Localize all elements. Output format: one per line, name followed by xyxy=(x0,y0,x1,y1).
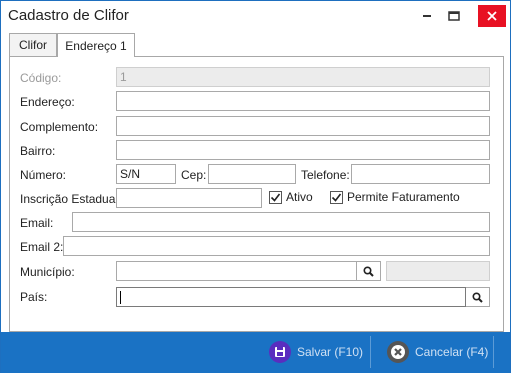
numero-label: Número: xyxy=(20,168,67,182)
ativo-checkbox[interactable]: Ativo xyxy=(269,190,313,204)
codigo-field: 1 xyxy=(116,67,490,87)
endereco-label: Endereço: xyxy=(20,95,75,109)
endereco-field[interactable] xyxy=(116,91,490,111)
action-bar: Salvar (F10) Cancelar (F4) xyxy=(1,332,510,373)
municipio-field[interactable] xyxy=(116,261,357,281)
ativo-label: Ativo xyxy=(286,190,313,204)
minimize-icon xyxy=(423,15,431,17)
tab-clifor[interactable]: Clifor xyxy=(9,33,57,56)
permite-faturamento-label: Permite Faturamento xyxy=(347,190,460,204)
bairro-field[interactable] xyxy=(116,140,490,160)
save-button[interactable]: Salvar (F10) xyxy=(269,336,363,368)
complemento-field[interactable] xyxy=(116,116,490,136)
save-label: Salvar (F10) xyxy=(297,345,364,359)
permite-faturamento-checkbox[interactable]: Permite Faturamento xyxy=(330,190,460,204)
tab-strip: Clifor Endereço 1 xyxy=(9,33,504,57)
minimize-button[interactable] xyxy=(414,5,440,27)
maximize-button[interactable] xyxy=(441,5,467,27)
email2-label: Email 2: xyxy=(20,240,64,254)
inscricao-label: Inscrição Estadual: xyxy=(20,192,122,206)
title-bar: Cadastro de Clifor xyxy=(1,1,510,31)
inscricao-field[interactable] xyxy=(116,188,262,208)
window-title: Cadastro de Clifor xyxy=(8,7,129,24)
search-icon xyxy=(472,291,483,303)
codigo-label: Código: xyxy=(20,71,62,85)
cep-label: Cep: xyxy=(181,168,207,182)
close-icon xyxy=(487,11,497,21)
cancel-x-icon xyxy=(387,341,409,363)
municipio-label: Município: xyxy=(20,265,75,279)
checkmark-icon xyxy=(331,193,342,202)
municipio-search-button[interactable] xyxy=(357,261,381,281)
checkmark-icon xyxy=(270,193,281,202)
text-caret xyxy=(120,291,121,305)
email-label: Email: xyxy=(20,216,54,230)
cancel-button[interactable]: Cancelar (F4) xyxy=(387,336,488,368)
search-icon xyxy=(363,265,374,277)
cep-field[interactable] xyxy=(208,164,296,184)
numero-field[interactable]: S/N xyxy=(116,164,176,184)
cancel-label: Cancelar (F4) xyxy=(415,345,489,359)
pais-label: País: xyxy=(20,290,48,304)
tab-endereco-1[interactable]: Endereço 1 xyxy=(57,33,135,57)
pais-field[interactable] xyxy=(116,287,466,307)
pais-search-button[interactable] xyxy=(466,287,490,307)
tab-label: Endereço 1 xyxy=(65,38,127,53)
floppy-disk-icon xyxy=(269,341,291,363)
footer-divider xyxy=(370,336,371,368)
checkbox-box xyxy=(269,190,282,204)
bairro-label: Bairro: xyxy=(20,144,56,158)
complemento-label: Complemento: xyxy=(20,120,99,134)
telefone-label: Telefone: xyxy=(301,168,350,182)
tab-label: Clifor xyxy=(18,38,47,52)
window: Cadastro de Clifor Clifor Endereço 1 Cód… xyxy=(0,0,511,373)
checkbox-box xyxy=(330,190,343,204)
telefone-field[interactable] xyxy=(351,164,490,184)
footer-divider xyxy=(493,336,494,368)
maximize-icon xyxy=(448,11,460,21)
email2-field[interactable] xyxy=(63,236,490,256)
close-button[interactable] xyxy=(478,5,506,27)
email-field[interactable] xyxy=(72,212,490,232)
municipio-description-field xyxy=(386,261,490,281)
